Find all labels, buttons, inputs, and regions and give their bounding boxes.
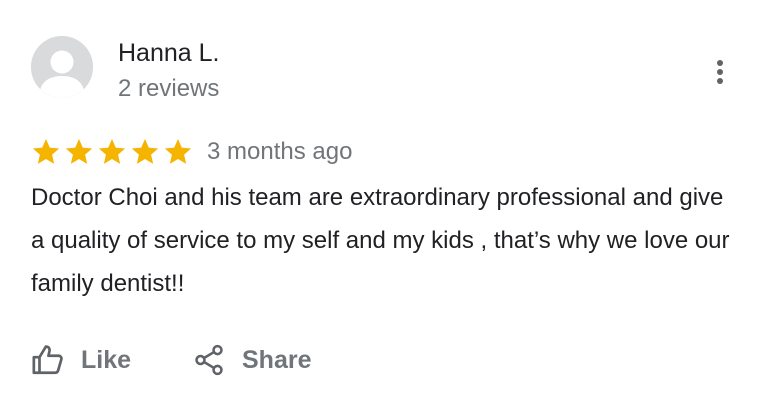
star-icon [65, 138, 93, 164]
star-icon [32, 138, 60, 164]
more-options-button[interactable] [704, 54, 736, 90]
avatar[interactable] [31, 36, 93, 98]
star-rating [31, 138, 193, 166]
share-button[interactable]: Share [192, 340, 311, 380]
like-label: Like [81, 345, 132, 374]
reviewer-name[interactable]: Hanna L. [118, 38, 219, 68]
review-card: Hanna L. 2 reviews 3 months ago Doctor C… [0, 0, 760, 414]
review-count: 2 reviews [118, 75, 220, 102]
star-icon [131, 138, 159, 164]
review-date: 3 months ago [207, 138, 353, 165]
review-text: Doctor Choi and his team are extraordina… [31, 184, 730, 297]
rating-row: 3 months ago [31, 136, 352, 168]
thumbs-up-icon [32, 345, 63, 375]
default-user-avatar-icon [31, 36, 93, 98]
share-icon [195, 344, 223, 376]
like-button[interactable]: Like [31, 340, 131, 380]
star-icon [98, 138, 126, 164]
star-icon [164, 138, 192, 164]
share-label: Share [242, 345, 312, 374]
